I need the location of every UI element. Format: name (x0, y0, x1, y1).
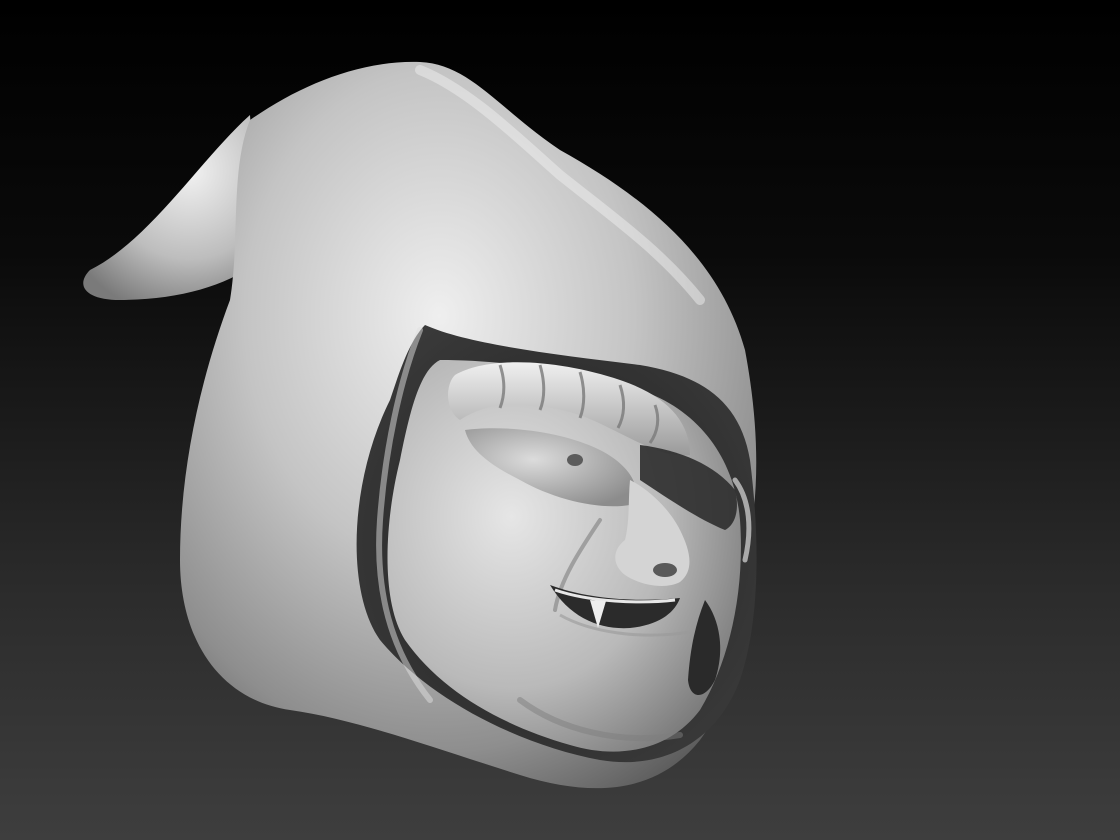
sculpted-head-render (83, 61, 757, 789)
sculpt-viewport[interactable] (0, 0, 1120, 840)
